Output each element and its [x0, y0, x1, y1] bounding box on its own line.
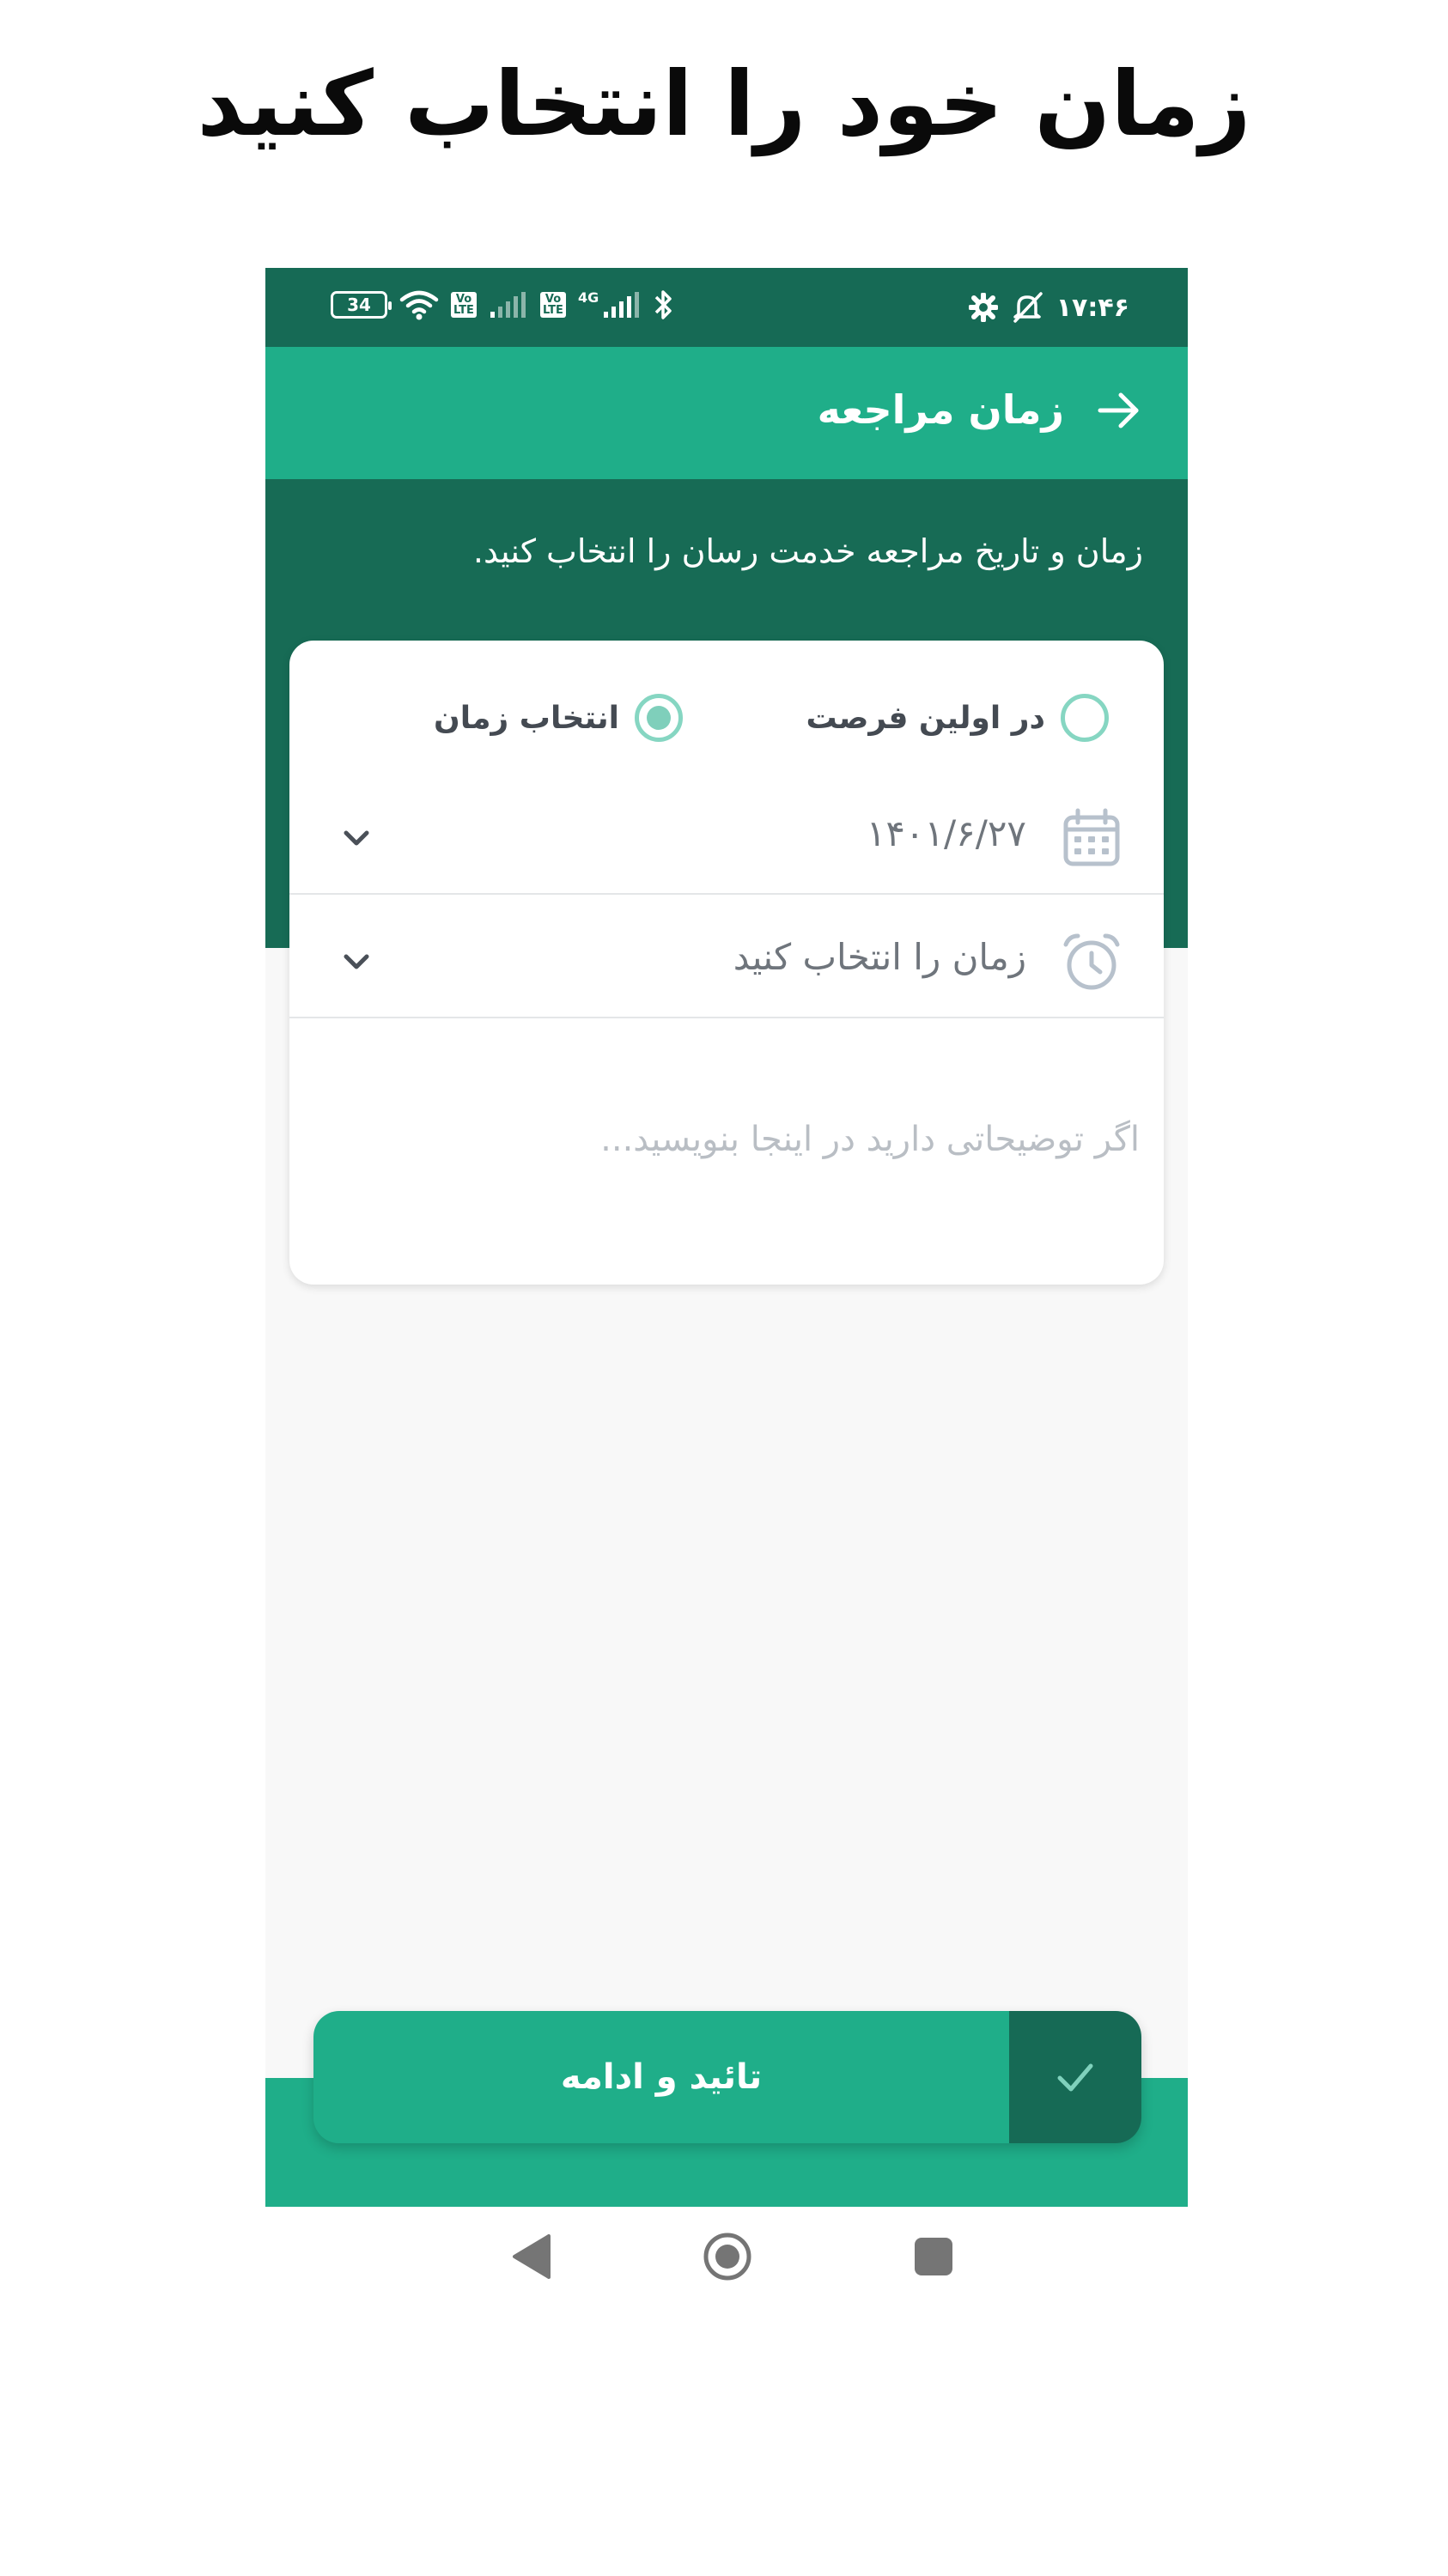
- app-bar: زمان مراجعه: [265, 347, 1188, 479]
- appointment-card: در اولین فرصت انتخاب زمان ۱۴۰۱/۶/۲۷ زمان…: [289, 641, 1164, 1285]
- nav-back-icon[interactable]: [508, 2231, 554, 2282]
- wifi-icon: [399, 290, 439, 320]
- status-time: ۱۷:۴۶: [1056, 292, 1129, 323]
- option-asap[interactable]: در اولین فرصت: [806, 694, 1109, 742]
- asap-radio[interactable]: [1061, 694, 1109, 742]
- page-title: زمان مراجعه: [817, 386, 1064, 433]
- confirm-label: تائید و ادامه: [313, 2011, 1009, 2143]
- alarm-clock-icon: [1063, 933, 1120, 990]
- status-bar: 34 Vo LTE Vo LTE 4G ۱۷:۴۶: [265, 268, 1188, 347]
- header-description: زمان و تاریخ مراجعه خدمت رسان را انتخاب …: [472, 532, 1143, 570]
- battery-icon: 34: [331, 291, 392, 319]
- status-icons-right: ۱۷:۴۶: [968, 290, 1129, 325]
- time-value: زمان را انتخاب کنید: [733, 936, 1026, 978]
- status-icons-left: 34 Vo LTE Vo LTE 4G: [331, 289, 674, 321]
- bell-off-icon: [1013, 292, 1043, 323]
- choose-time-radio[interactable]: [635, 694, 683, 742]
- battery-level: 34: [347, 295, 371, 315]
- option-choose-time[interactable]: انتخاب زمان: [434, 694, 683, 742]
- checkmark-icon: [1057, 2063, 1093, 2092]
- notes-input[interactable]: [315, 1101, 1140, 1178]
- volte-icon: Vo LTE: [451, 292, 477, 318]
- nav-home-icon[interactable]: [702, 2231, 753, 2282]
- asap-label: در اولین فرصت: [806, 700, 1045, 736]
- system-nav-bar: [265, 2207, 1188, 2310]
- bluetooth-icon: [655, 290, 672, 319]
- gear-icon: [968, 293, 998, 322]
- date-value: ۱۴۰۱/۶/۲۷: [866, 812, 1026, 854]
- time-select[interactable]: زمان را انتخاب کنید: [289, 898, 1164, 1018]
- chevron-down-icon-2[interactable]: [338, 943, 375, 981]
- promo-title: زمان خود را انتخاب کنید: [197, 52, 1251, 156]
- phone-screen: 34 Vo LTE Vo LTE 4G ۱۷:۴۶ زمان مراجعه زم…: [265, 268, 1188, 2207]
- signal-weak-icon: [490, 292, 526, 318]
- chevron-down-icon[interactable]: [338, 819, 375, 857]
- network-type-label: 4G: [578, 289, 599, 306]
- nav-recents-icon[interactable]: [911, 2231, 956, 2282]
- confirm-continue-button[interactable]: تائید و ادامه: [313, 2011, 1141, 2143]
- date-select[interactable]: ۱۴۰۱/۶/۲۷: [289, 775, 1164, 895]
- calendar-icon: [1063, 808, 1120, 866]
- back-arrow-icon[interactable]: [1095, 386, 1143, 434]
- checkmark-icon-container: [1009, 2011, 1141, 2143]
- signal-strong-icon: [604, 292, 640, 318]
- volte-icon-2: Vo LTE: [540, 292, 566, 318]
- choose-time-label: انتخاب زمان: [434, 700, 619, 736]
